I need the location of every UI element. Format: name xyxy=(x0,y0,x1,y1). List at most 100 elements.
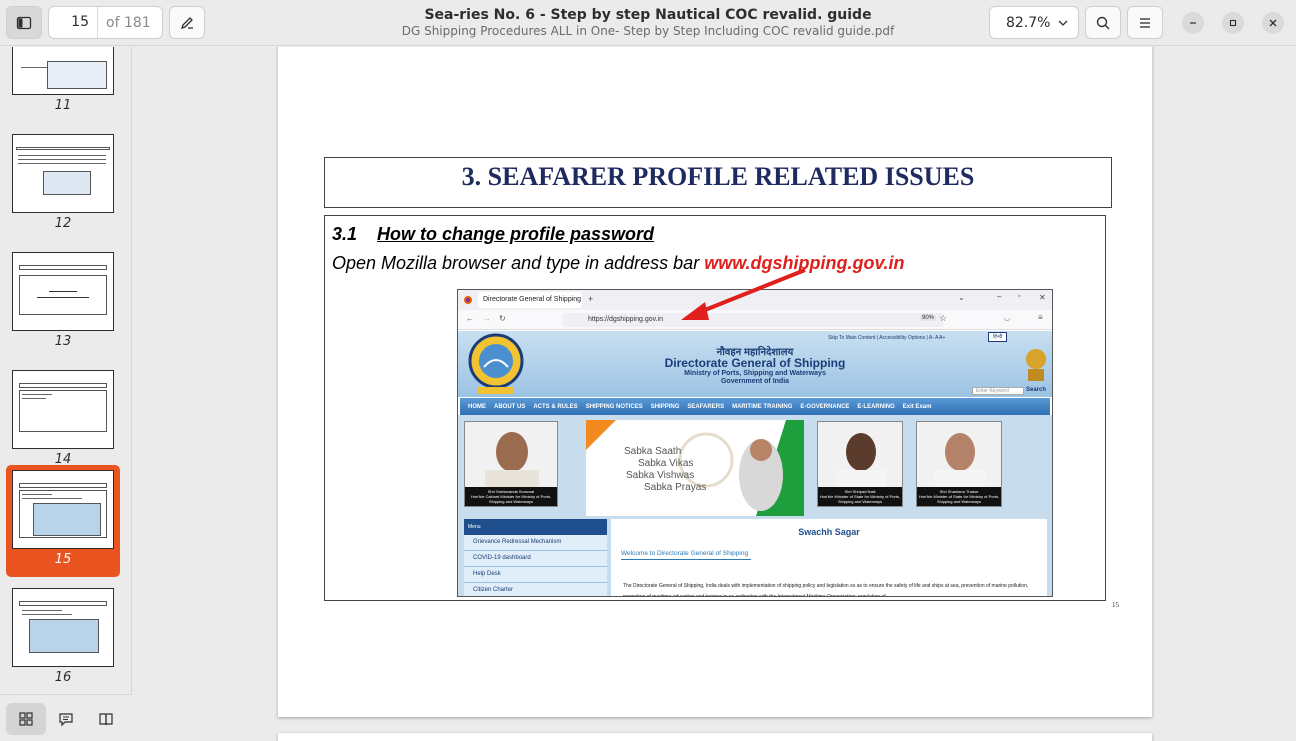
minister-portrait-3: Shri Shantanu Thakur Hon'ble Minister of … xyxy=(916,421,1002,507)
site-nav-item: MARITIME TRAINING xyxy=(732,403,793,410)
minister-portrait-2: Shri Shripad Naik Hon'ble Minister of Sta… xyxy=(817,421,903,507)
thumbnail-label: 11 xyxy=(54,98,72,113)
forward-icon: → xyxy=(483,314,491,323)
chevron-down-icon xyxy=(1058,20,1068,26)
back-icon: ← xyxy=(466,314,474,323)
document-title: Sea-ries No. 6 - Step by step Nautical C… xyxy=(424,7,872,23)
banner-graphic xyxy=(586,420,804,516)
browser-zoom: 90% xyxy=(920,315,937,321)
site-menu-item: Grievance Redressal Mechanism xyxy=(464,535,607,551)
pdf-page-15: 3. SEAFARER PROFILE RELATED ISSUES 3.1 H… xyxy=(278,47,1152,717)
site-header: Skip To Main Content | Accessibility Opt… xyxy=(458,331,1052,397)
minister-photo xyxy=(465,422,557,492)
browser-tab: Directorate General of Shipping | G xyxy=(478,292,582,308)
minister-portrait-1: Shri Sarbananda Sonowal Hon'ble Cabinet M… xyxy=(464,421,558,507)
site-nav-item: SHIPPING NOTICES xyxy=(585,403,643,410)
thumbnail-page-11[interactable]: 11 xyxy=(6,47,120,123)
window-min-icon: – xyxy=(997,292,1002,301)
minister-caption: Shri Sarbananda Sonowal Hon'ble Cabinet M… xyxy=(465,487,557,506)
main-menu-button[interactable] xyxy=(1127,6,1163,39)
instruction-lead: Open Mozilla browser and type in address… xyxy=(332,253,705,273)
page-footer-number: 15 xyxy=(1112,601,1119,609)
site-search-button: Search xyxy=(1026,387,1047,393)
minimize-icon xyxy=(1190,22,1196,24)
site-name: Directorate General of Shipping xyxy=(664,356,846,370)
site-nav: HOME ABOUT US ACTS & RULES SHIPPING NOTI… xyxy=(460,398,1050,415)
sidebar-bottom-bar xyxy=(0,694,132,741)
maximize-button[interactable] xyxy=(1222,12,1244,34)
section-title: How to change profile password xyxy=(377,224,655,244)
sidebar-icon xyxy=(16,16,32,29)
site-body-text: The Directorate General of Shipping, Ind… xyxy=(623,583,1029,597)
annotate-button[interactable] xyxy=(169,6,205,39)
thumbnail-image xyxy=(12,134,114,213)
close-button[interactable] xyxy=(1262,12,1284,34)
minister-photo xyxy=(818,422,902,492)
site-menu: Menu Grievance Redressal Mechanism COVID… xyxy=(464,519,607,596)
book-icon xyxy=(99,713,113,726)
chapter-heading: 3. SEAFARER PROFILE RELATED ISSUES xyxy=(461,162,975,191)
site-menu-item: Citizen Charter xyxy=(464,583,607,596)
site-body: Shri Sarbananda Sonowal Hon'ble Cabinet M… xyxy=(458,415,1052,597)
site-nav-item: ABOUT US xyxy=(494,403,526,410)
page-number-field[interactable]: 15 of 181 xyxy=(48,6,163,39)
new-tab-icon: + xyxy=(588,294,594,304)
zoom-dropdown[interactable]: 82.7% xyxy=(989,6,1079,39)
search-button[interactable] xyxy=(1085,6,1121,39)
thumbnail-sidebar: 11 12 13 14 15 16 xyxy=(0,47,132,741)
site-nav-item: SHIPPING xyxy=(650,403,680,410)
annotations-view-button[interactable] xyxy=(46,703,86,735)
window-max-icon: ▫ xyxy=(1018,293,1021,300)
thumbnail-label: 13 xyxy=(54,334,72,349)
document-viewer[interactable]: 3. SEAFARER PROFILE RELATED ISSUES 3.1 H… xyxy=(133,47,1296,741)
thumbnail-page-12[interactable]: 12 xyxy=(6,129,120,241)
section-number: 3.1 xyxy=(332,224,358,244)
thumbnail-page-13[interactable]: 13 xyxy=(6,247,120,359)
pdf-page-16-edge xyxy=(278,733,1152,741)
banner-line-4: Sabka Prayas xyxy=(644,482,707,493)
sidebar-toggle-button[interactable] xyxy=(6,6,42,39)
thumbnail-label: 12 xyxy=(54,216,72,231)
thumbnail-page-16[interactable]: 16 xyxy=(6,583,120,695)
thumbnail-image xyxy=(12,47,114,95)
thumbnail-page-15[interactable]: 15 xyxy=(6,465,120,577)
site-search-input: Enter Keyword xyxy=(972,387,1024,395)
minimize-button[interactable] xyxy=(1182,12,1204,34)
browser-menu-icon: ≡ xyxy=(1038,313,1043,322)
red-arrow-annotation xyxy=(681,268,806,320)
hindi-language-link: हिन्दी xyxy=(988,332,1008,342)
minister-caption: Shri Shripad Naik Hon'ble Minister of Sta… xyxy=(818,487,902,506)
browser-screenshot: Directorate General of Shipping | G + ⌄ … xyxy=(457,289,1053,597)
outline-view-button[interactable] xyxy=(86,703,126,735)
current-page-input[interactable]: 15 xyxy=(49,7,98,38)
thumbnails-view-button[interactable] xyxy=(6,703,46,735)
site-nav-item: Exit Exam xyxy=(902,403,932,410)
thumbnail-page-14[interactable]: 14 xyxy=(6,365,120,477)
document-filename: DG Shipping Procedures ALL in One- Step … xyxy=(401,24,895,38)
site-ministry: Ministry of Ports, Shipping and Waterway… xyxy=(684,370,826,377)
grid-icon xyxy=(19,712,33,726)
window-close-icon: ✕ xyxy=(1039,293,1046,302)
thumbnail-label: 15 xyxy=(54,552,72,567)
hamburger-icon xyxy=(1140,17,1150,28)
site-nav-item: E-GOVERNANCE xyxy=(800,403,850,410)
firefox-icon xyxy=(464,296,472,304)
tab-list-icon: ⌄ xyxy=(958,293,965,302)
site-banner: Sabka Saath Sabka Vikas Sabka Vishwas Sa… xyxy=(586,420,804,516)
banner-line-3: Sabka Vishwas xyxy=(626,470,695,481)
bookmark-star-icon: ☆ xyxy=(939,313,948,323)
comment-icon xyxy=(59,713,73,727)
pocket-icon: ◡ xyxy=(1004,315,1011,322)
banner-line-2: Sabka Vikas xyxy=(638,458,694,469)
restore-icon xyxy=(1229,19,1237,27)
site-nav-item: SEAFARERS xyxy=(687,403,725,410)
thumbnail-label: 16 xyxy=(54,670,72,685)
site-menu-item: COVID-19 dashboard xyxy=(464,551,607,567)
site-nav-item: ACTS & RULES xyxy=(533,403,578,410)
total-pages-label: of 181 xyxy=(106,14,151,31)
site-top-links: Skip To Main Content | Accessibility Opt… xyxy=(828,335,946,341)
header-bar: 15 of 181 Sea-ries No. 6 - Step by step … xyxy=(0,0,1296,46)
zoom-value: 82.7% xyxy=(1006,14,1051,31)
minister-photo xyxy=(917,422,1001,492)
site-menu-header: Menu xyxy=(464,519,607,535)
